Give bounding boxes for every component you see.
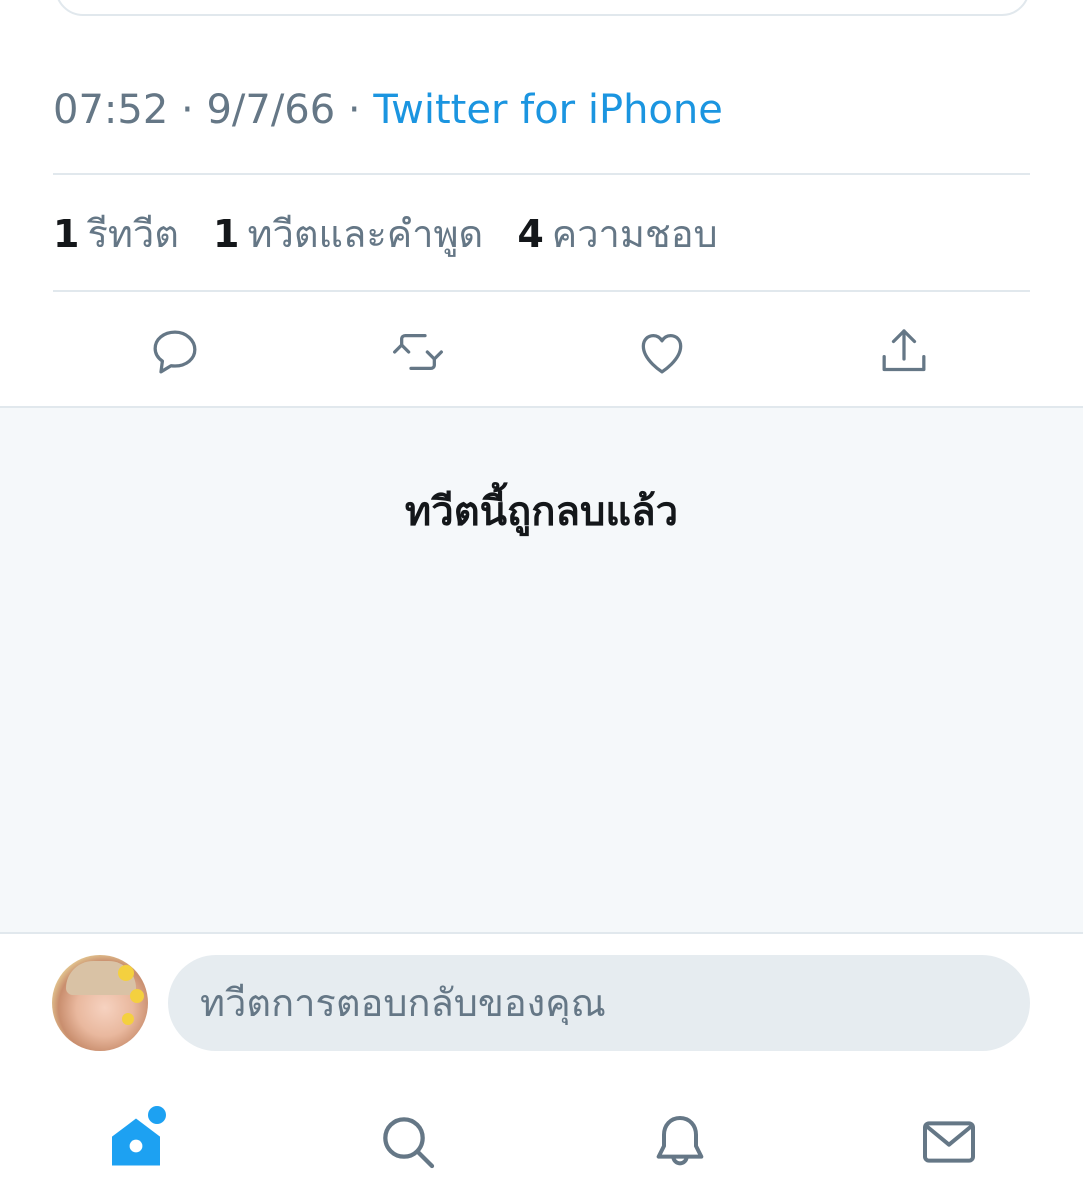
- tweet-meta: 07:52 · 9/7/66 · Twitter for iPhone: [53, 84, 723, 136]
- tab-messages[interactable]: [909, 1102, 989, 1182]
- tweet-time: 07:52: [53, 87, 169, 133]
- bottom-tab-bar: [0, 1090, 1083, 1200]
- divider: [53, 173, 1030, 175]
- meta-separator: ·: [347, 87, 361, 133]
- home-notification-dot: [148, 1106, 166, 1124]
- reply-composer[interactable]: [168, 955, 1030, 1051]
- like-button[interactable]: [630, 320, 694, 384]
- likes-stat[interactable]: 4 ความชอบ: [517, 212, 717, 256]
- divider: [53, 290, 1030, 292]
- mail-icon: [923, 1121, 975, 1163]
- tweet-stats: 1 รีทวีต 1 ทวีตและคำพูด 4 ความชอบ: [53, 208, 740, 260]
- tab-notifications[interactable]: [640, 1102, 720, 1182]
- tweet-actions-bar: [0, 300, 1083, 406]
- tab-home[interactable]: [96, 1102, 176, 1182]
- share-button[interactable]: [872, 320, 936, 384]
- meta-separator: ·: [181, 87, 194, 133]
- tweet-source-link[interactable]: Twitter for iPhone: [373, 87, 723, 133]
- retweet-icon: [393, 334, 443, 370]
- tweet-date: 9/7/66: [206, 87, 336, 133]
- deleted-tweet-notice: ทวีตนี้ถูกลบแล้ว: [404, 489, 679, 535]
- deleted-tweet-panel: ทวีตนี้ถูกลบแล้ว: [0, 406, 1083, 934]
- share-icon: [882, 329, 926, 372]
- quoted-card-edge: [55, 0, 1030, 16]
- quotes-stat[interactable]: 1 ทวีตและคำพูด: [213, 212, 483, 256]
- bell-icon: [656, 1116, 704, 1166]
- retweets-stat[interactable]: 1 รีทวีต: [53, 212, 179, 256]
- reply-bubble-icon: [153, 330, 197, 374]
- reply-button[interactable]: [143, 320, 207, 384]
- tab-search[interactable]: [368, 1102, 448, 1182]
- heart-icon: [641, 334, 683, 374]
- tweet-detail-screen: 07:52 · 9/7/66 · Twitter for iPhone 1 รีท…: [0, 0, 1083, 1200]
- avatar[interactable]: [52, 955, 148, 1051]
- search-icon: [383, 1117, 435, 1169]
- reply-input[interactable]: [200, 981, 980, 1025]
- retweet-button[interactable]: [386, 320, 450, 384]
